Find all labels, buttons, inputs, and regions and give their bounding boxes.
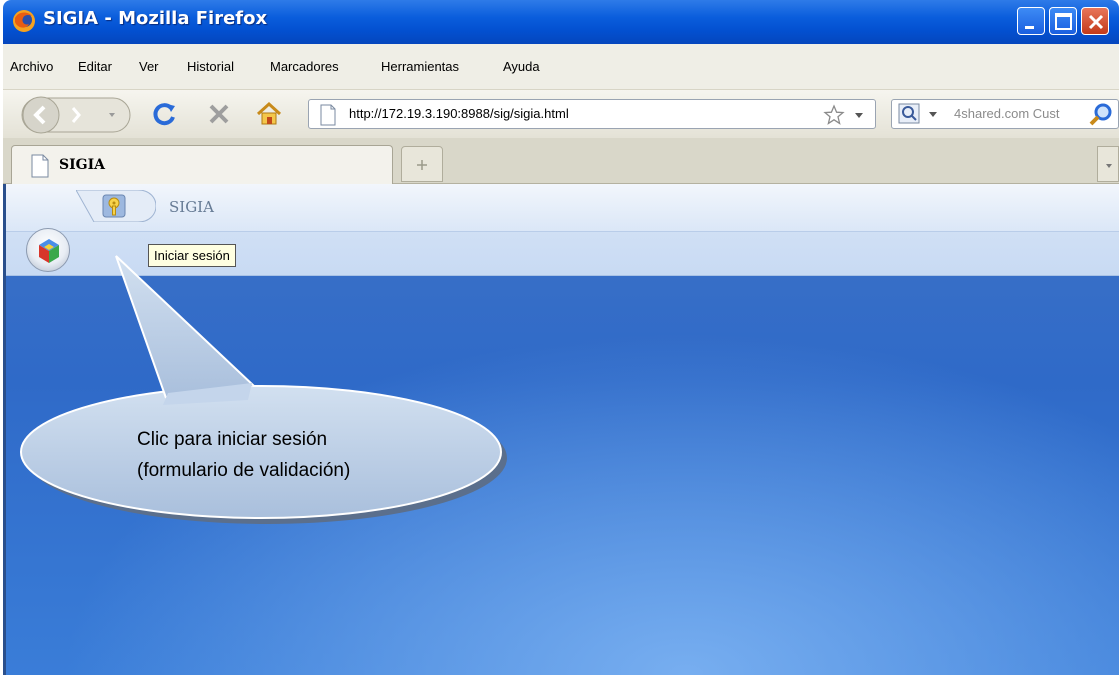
tab-bar: SIGIA [3, 138, 1119, 184]
menu-archivo[interactable]: Archivo [10, 59, 53, 74]
maximize-button[interactable] [1049, 7, 1077, 35]
navigation-bar: http://172.19.3.190:8988/sig/sigia.html … [3, 90, 1119, 138]
app-title: SIGIA [169, 198, 214, 216]
login-tooltip: Iniciar sesión [148, 244, 236, 267]
search-dropdown-icon[interactable] [928, 111, 938, 119]
window-title: SIGIA - Mozilla Firefox [43, 8, 268, 29]
search-icon[interactable] [1088, 102, 1114, 128]
callout-line-1: Clic para iniciar sesión [137, 429, 328, 450]
url-text[interactable]: http://172.19.3.190:8988/sig/sigia.html [349, 106, 569, 121]
menu-herramientas[interactable]: Herramientas [381, 59, 459, 74]
url-bar[interactable]: http://172.19.3.190:8988/sig/sigia.html [308, 99, 876, 129]
bookmark-star-icon[interactable] [823, 104, 845, 126]
app-logo-icon [39, 239, 59, 263]
url-dropdown-icon[interactable] [854, 112, 864, 120]
menu-bar: Archivo Editar Ver Historial Marcadores … [3, 44, 1119, 90]
chevron-down-icon [1106, 164, 1112, 168]
search-bar[interactable]: 4shared.com Cust [891, 99, 1119, 129]
menu-marcadores[interactable]: Marcadores [270, 59, 339, 74]
close-icon [1088, 14, 1104, 30]
tab-list-button[interactable] [1097, 146, 1119, 182]
page-icon [31, 154, 49, 178]
browser-window: SIGIA - Mozilla Firefox Archivo Editar V… [3, 0, 1119, 675]
menu-editar[interactable]: Editar [78, 59, 112, 74]
plus-icon [417, 160, 427, 170]
menu-historial[interactable]: Historial [187, 59, 234, 74]
back-forward-buttons [21, 96, 131, 134]
minimize-button[interactable] [1017, 7, 1045, 35]
maximize-icon [1055, 13, 1072, 30]
close-button[interactable] [1081, 7, 1109, 35]
app-orb-button[interactable] [26, 228, 70, 272]
title-bar: SIGIA - Mozilla Firefox [3, 0, 1119, 44]
minimize-icon [1025, 26, 1034, 29]
callout-text: Clic para iniciar sesión (formulario de … [137, 424, 350, 486]
new-tab-button[interactable] [401, 146, 443, 182]
login-key-icon[interactable] [102, 194, 126, 218]
callout-line-2: (formulario de validación) [137, 460, 351, 481]
menu-ver[interactable]: Ver [139, 59, 159, 74]
firefox-logo-icon [13, 10, 35, 32]
page-icon [320, 104, 336, 126]
tab-label: SIGIA [59, 157, 106, 173]
reload-icon[interactable] [151, 100, 179, 128]
stop-icon[interactable] [207, 102, 231, 126]
menu-ayuda[interactable]: Ayuda [503, 59, 540, 74]
home-icon[interactable] [255, 100, 283, 128]
search-input[interactable]: 4shared.com Cust [954, 106, 1060, 121]
search-engine-icon[interactable] [898, 103, 922, 125]
tab-sigia[interactable]: SIGIA [11, 145, 393, 184]
